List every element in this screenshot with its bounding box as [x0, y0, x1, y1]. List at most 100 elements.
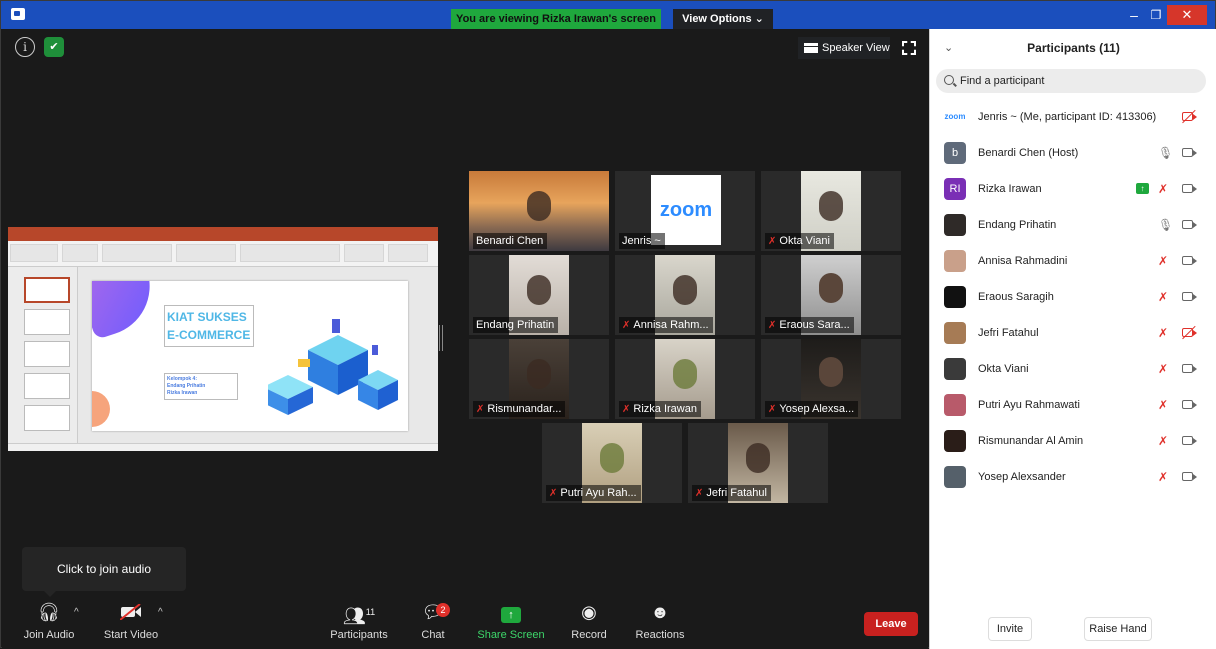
record-button[interactable]: ◉ Record	[566, 597, 612, 649]
avatar	[944, 322, 966, 344]
audio-options-caret-icon[interactable]: ^	[74, 607, 79, 618]
participant-row[interactable]: zoom Jenris ~ (Me, participant ID: 413306…	[930, 99, 1216, 135]
participant-row[interactable]: Okta Viani ✗	[930, 351, 1216, 387]
video-tile-name: ✗ Okta Viani	[765, 233, 834, 249]
view-options-button[interactable]: View Options ⌄	[673, 9, 773, 29]
video-tile[interactable]: Endang Prihatin	[469, 255, 609, 335]
video-tile[interactable]: ✗ Rismunandar...	[469, 339, 609, 419]
speaker-view-button[interactable]: Speaker View	[798, 37, 890, 59]
video-tile[interactable]: ✗ Eraous Sara...	[761, 255, 901, 335]
video-tile-label: Yosep Alexsa...	[779, 403, 855, 415]
reactions-label: Reactions	[635, 629, 685, 641]
muted-mic-icon: ✗	[1158, 470, 1169, 484]
reactions-button[interactable]: ☻ Reactions	[632, 597, 688, 649]
speaker-view-icon	[804, 43, 818, 53]
participant-name: Okta Viani	[978, 363, 1029, 375]
video-tile[interactable]: ✗ Annisa Rahm...	[615, 255, 755, 335]
video-tile[interactable]: ✗ Rizka Irawan	[615, 339, 755, 419]
share-screen-button[interactable]: ↑ Share Screen	[476, 597, 546, 649]
participant-row[interactable]: RI Rizka Irawan ↑ ✗	[930, 171, 1216, 207]
security-shield-icon[interactable]: ✔	[44, 37, 64, 57]
info-icon[interactable]: i	[15, 37, 35, 57]
participant-silhouette	[527, 359, 551, 389]
chat-icon: 💬︎ 2	[410, 597, 456, 627]
video-tile-name: Benardi Chen	[473, 233, 548, 249]
meeting-stage: i ✔ Speaker View KIAT SUKSES E-COMMERCE …	[2, 29, 928, 649]
muted-mic-icon: ✗	[622, 404, 631, 415]
slide-thumbnail	[24, 373, 70, 399]
participant-name: Jefri Fatahul	[978, 327, 1039, 339]
slide-thumbnail	[24, 309, 70, 335]
video-tile-label: Rismunandar...	[487, 403, 562, 415]
video-tile[interactable]: ✗ Okta Viani	[761, 171, 901, 251]
video-tile[interactable]: ✗ Jefri Fatahul	[688, 423, 828, 503]
avatar	[944, 214, 966, 236]
video-options-caret-icon[interactable]: ^	[158, 607, 163, 618]
screen-sharing-icon: ↑	[1136, 183, 1149, 194]
leave-button[interactable]: Leave	[864, 612, 918, 636]
avatar	[944, 394, 966, 416]
viewing-screen-banner: You are viewing Rizka Irawan's screen	[451, 9, 661, 29]
minimize-icon[interactable]: –	[1123, 5, 1145, 25]
meeting-toolbar: 🎧︎ Join Audio ^ Start Video ^ 👥︎11 Parti…	[2, 597, 928, 649]
video-camera-icon	[1182, 148, 1197, 157]
participants-button[interactable]: 👥︎11 Participants	[324, 597, 394, 649]
invite-button[interactable]: Invite	[988, 617, 1032, 641]
video-tile-label: Jefri Fatahul	[706, 487, 767, 499]
start-video-button[interactable]: Start Video	[98, 597, 164, 649]
video-camera-icon	[1182, 400, 1197, 409]
participant-silhouette	[527, 191, 551, 221]
ppt-slide-canvas: KIAT SUKSES E-COMMERCE Kelompok 4: Endan…	[92, 281, 408, 431]
video-tile-name: ✗ Jefri Fatahul	[692, 485, 771, 501]
slide-thumbnail	[24, 277, 70, 303]
slide-decoration	[92, 281, 163, 340]
participant-name: Rismunandar Al Amin	[978, 435, 1084, 447]
video-camera-icon	[1182, 184, 1197, 193]
participant-row[interactable]: Endang Prihatin 🎙︎	[930, 207, 1216, 243]
chat-button[interactable]: 💬︎ 2 Chat	[410, 597, 456, 649]
video-camera-icon	[1182, 472, 1197, 481]
participant-list: zoom Jenris ~ (Me, participant ID: 413306…	[930, 99, 1216, 495]
video-tile-label: Benardi Chen	[476, 235, 544, 247]
participant-name: Endang Prihatin	[978, 219, 1057, 231]
ppt-ribbon-group	[240, 244, 340, 262]
video-off-icon	[1182, 112, 1197, 121]
join-audio-button[interactable]: 🎧︎ Join Audio	[16, 597, 82, 649]
video-camera-icon	[1182, 436, 1197, 445]
video-off-icon	[1182, 328, 1197, 337]
video-tile[interactable]: ✗ Putri Ayu Rah...	[542, 423, 682, 503]
video-tile[interactable]: Benardi Chen	[469, 171, 609, 251]
search-icon	[944, 75, 954, 85]
participant-search-input[interactable]: Find a participant	[936, 69, 1206, 93]
muted-mic-icon: ✗	[695, 488, 704, 499]
participants-label: Participants	[330, 629, 388, 641]
participant-row[interactable]: Yosep Alexsander ✗	[930, 459, 1216, 495]
participant-silhouette	[527, 275, 551, 305]
muted-mic-icon: ✗	[768, 404, 777, 415]
participant-row[interactable]: Putri Ayu Rahmawati ✗	[930, 387, 1216, 423]
mic-icon: 🎙︎	[1158, 146, 1174, 160]
video-camera-icon	[1182, 364, 1197, 373]
participant-row[interactable]: Eraous Saragih ✗	[930, 279, 1216, 315]
shared-screen[interactable]: KIAT SUKSES E-COMMERCE Kelompok 4: Endan…	[8, 227, 438, 451]
maximize-icon[interactable]: ❐	[1145, 5, 1167, 25]
raise-hand-button[interactable]: Raise Hand	[1084, 617, 1152, 641]
ppt-ribbon-group	[176, 244, 236, 262]
video-camera-icon	[1182, 292, 1197, 301]
video-tile[interactable]: ✗ Yosep Alexsa...	[761, 339, 901, 419]
video-tile[interactable]: zoom Jenris ~	[615, 171, 755, 251]
participant-row[interactable]: Rismunandar Al Amin ✗	[930, 423, 1216, 459]
fullscreen-icon[interactable]	[902, 41, 916, 55]
slide-title: KIAT SUKSES E-COMMERCE	[164, 305, 254, 347]
participant-row[interactable]: Jefri Fatahul ✗	[930, 315, 1216, 351]
avatar: b	[944, 142, 966, 164]
participant-name: Putri Ayu Rahmawati	[978, 399, 1080, 411]
share-screen-icon: ↑	[476, 597, 546, 627]
participant-row[interactable]: b Benardi Chen (Host) 🎙︎	[930, 135, 1216, 171]
muted-mic-icon: ✗	[622, 320, 631, 331]
participant-row[interactable]: Annisa Rahmadini ✗	[930, 243, 1216, 279]
split-divider-handle[interactable]	[439, 325, 443, 351]
participant-silhouette	[819, 191, 843, 221]
close-icon[interactable]: ✕	[1167, 5, 1207, 25]
participant-silhouette	[819, 273, 843, 303]
